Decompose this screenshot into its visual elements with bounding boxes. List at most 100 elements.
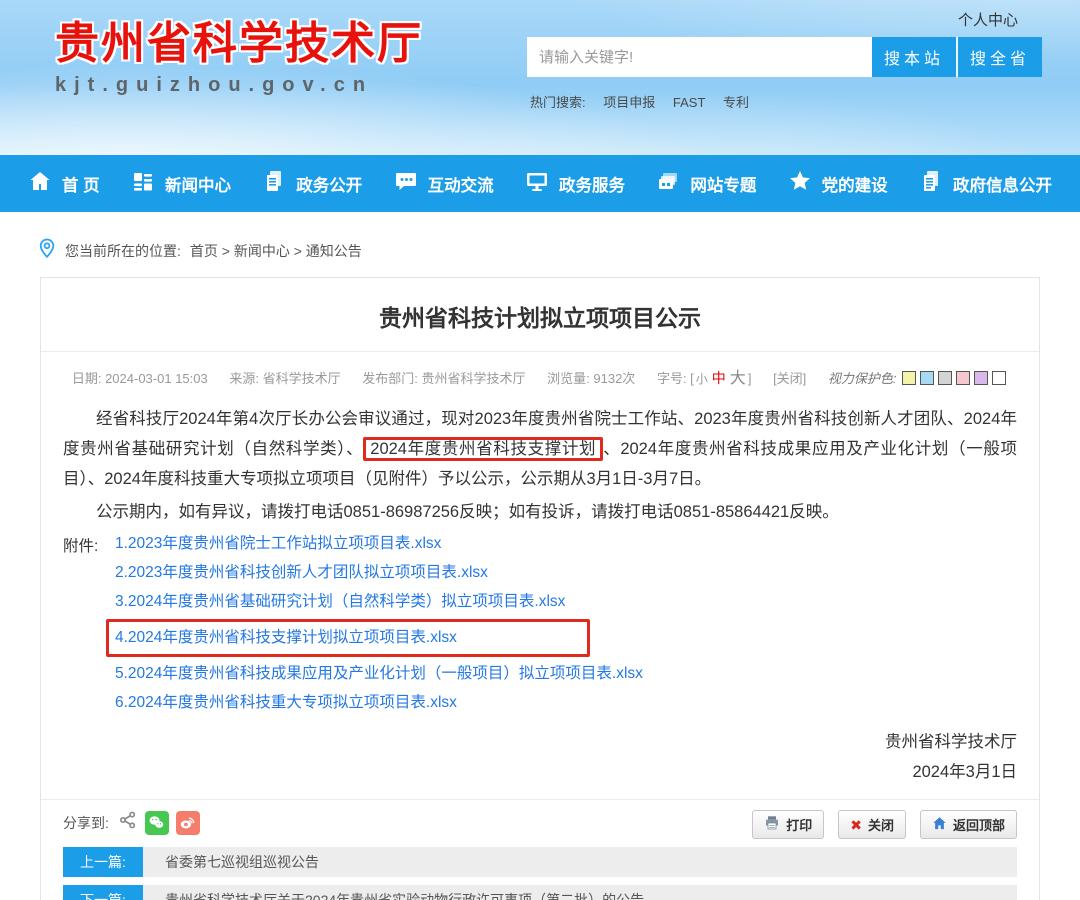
eye-color-swatch[interactable] xyxy=(938,371,952,385)
attachment-link[interactable]: 6.2024年度贵州省科技重大专项拟立项项目表.xlsx xyxy=(115,694,457,711)
nav-item-gov-affairs[interactable]: 政务公开 xyxy=(262,169,362,198)
article-paragraph-2: 公示期内，如有异议，请拨打电话0851-86987256反映；如有投诉，请拨打电… xyxy=(63,497,1017,527)
nav-label: 新闻中心 xyxy=(165,172,231,196)
nav-item-party[interactable]: 党的建设 xyxy=(788,169,888,198)
nav-label: 党的建设 xyxy=(822,172,888,196)
attachment-link-row: 6.2024年度贵州省科技重大专项拟立项项目表.xlsx xyxy=(115,689,1017,717)
eye-color-swatch[interactable] xyxy=(956,371,970,385)
hot-search-item[interactable]: FAST xyxy=(673,95,706,110)
share-label: 分享到: xyxy=(63,813,109,833)
attachment-link-row: 2.2023年度贵州省科技创新人才团队拟立项项目表.xlsx xyxy=(115,559,1017,587)
close-x-icon: ✖ xyxy=(850,818,862,832)
attachment-link-row: 3.2024年度贵州省基础研究计划（自然科学类）拟立项项目表.xlsx xyxy=(115,588,1017,616)
attachments-label: 附件: xyxy=(63,533,98,561)
next-article-row[interactable]: 下一篇: 贵州省科学技术厅关于2024年贵州省实验动物行政许可事项（第二批）的公… xyxy=(63,885,1017,900)
main-nav: 首 页 新闻中心 政务公开 互动交流 政务服务 网站专题 党的建设 政府信息公开 xyxy=(0,155,1080,212)
grid-icon xyxy=(131,169,155,198)
personal-center-link[interactable]: 个人中心 xyxy=(958,9,1018,30)
tools-row: 分享到: 打印 ✖ 关闭 返回顶部 xyxy=(41,799,1039,845)
search-province-button[interactable]: 搜全省 xyxy=(958,37,1042,77)
nav-item-topics[interactable]: 网站专题 xyxy=(656,169,756,198)
signature-date: 2024年3月1日 xyxy=(63,757,1017,787)
eye-color-swatch[interactable] xyxy=(920,371,934,385)
close-article-button[interactable]: [关闭] xyxy=(773,371,806,386)
hot-search-label: 热门搜索: xyxy=(530,95,586,110)
attachment-link[interactable]: 1.2023年度贵州省院士工作站拟立项项目表.xlsx xyxy=(115,535,441,552)
search-site-button[interactable]: 搜本站 xyxy=(872,37,956,77)
folders-icon xyxy=(656,169,680,198)
nav-item-info-disclosure[interactable]: 政府信息公开 xyxy=(919,169,1052,198)
eye-color-swatch[interactable] xyxy=(992,371,1006,385)
eye-protect-label: 视力保护色: xyxy=(828,371,897,386)
search-bar: 搜本站 搜全省 xyxy=(527,37,1042,77)
home-icon xyxy=(28,169,52,198)
hot-search-item[interactable]: 专利 xyxy=(723,95,749,110)
attachment-link[interactable]: 2.2023年度贵州省科技创新人才团队拟立项项目表.xlsx xyxy=(115,564,488,581)
wechat-share-icon[interactable] xyxy=(145,811,169,835)
article-meta: 日期: 2024-03-01 15:03 来源: 省科学技术厅 发布部门: 贵州… xyxy=(41,352,1039,398)
breadcrumb-path[interactable]: 首页 > 新闻中心 > 通知公告 xyxy=(190,241,362,261)
nav-item-home[interactable]: 首 页 xyxy=(28,169,100,198)
search-input[interactable] xyxy=(527,37,872,77)
prev-article-title[interactable]: 省委第七巡视组巡视公告 xyxy=(165,852,319,872)
printer-icon xyxy=(764,815,780,834)
attachment-link-row: 1.2023年度贵州省院士工作站拟立项项目表.xlsx xyxy=(115,530,1017,558)
share-icon[interactable] xyxy=(118,810,138,835)
print-button[interactable]: 打印 xyxy=(752,810,824,839)
action-buttons: 打印 ✖ 关闭 返回顶部 xyxy=(752,810,1017,839)
meta-department: 发布部门: 贵州省科学技术厅 xyxy=(362,371,529,386)
font-size-control: 字号: [小中大] xyxy=(657,371,755,386)
article-title: 贵州省科技计划拟立项项目公示 xyxy=(41,299,1039,333)
site-logo: 贵州省科学技术厅 kjt.guizhou.gov.cn xyxy=(55,20,423,97)
site-title: 贵州省科学技术厅 xyxy=(55,20,423,68)
eye-protect-control: 视力保护色: xyxy=(828,371,1008,386)
nav-label: 政务服务 xyxy=(559,172,625,196)
nav-label: 互动交流 xyxy=(428,172,494,196)
hot-search: 热门搜索: 项目申报 FAST 专利 xyxy=(530,92,763,111)
document-icon xyxy=(262,169,286,198)
font-medium-button[interactable]: 中 xyxy=(712,370,726,386)
prev-article-tag[interactable]: 上一篇: xyxy=(63,847,143,877)
star-icon xyxy=(788,169,812,198)
back-to-top-button[interactable]: 返回顶部 xyxy=(920,810,1017,839)
attachments: 附件: 1.2023年度贵州省院士工作站拟立项项目表.xlsx 2.2023年度… xyxy=(63,530,1017,717)
next-article-title[interactable]: 贵州省科学技术厅关于2024年贵州省实验动物行政许可事项（第二批）的公告 xyxy=(165,890,644,900)
site-header: 贵州省科学技术厅 kjt.guizhou.gov.cn 个人中心 搜本站 搜全省… xyxy=(0,0,1080,155)
highlighted-text: 2024年度贵州省科技支撑计划 xyxy=(363,437,603,461)
attachment-link[interactable]: 3.2024年度贵州省基础研究计划（自然科学类）拟立项项目表.xlsx xyxy=(115,593,565,610)
attachment-link[interactable]: 4.2024年度贵州省科技支撑计划拟立项项目表.xlsx xyxy=(115,629,457,646)
hot-search-item[interactable]: 项目申报 xyxy=(603,95,655,110)
chat-icon xyxy=(394,169,418,198)
monitor-icon xyxy=(525,169,549,198)
attachment-link-row: 5.2024年度贵州省科技成果应用及产业化计划（一般项目）拟立项项目表.xlsx xyxy=(115,660,1017,688)
meta-views: 浏览量: 9132次 xyxy=(547,371,639,386)
share-group: 分享到: xyxy=(63,810,200,835)
meta-source: 来源: 省科学技术厅 xyxy=(229,371,344,386)
article-pager: 上一篇: 省委第七巡视组巡视公告 下一篇: 贵州省科学技术厅关于2024年贵州省… xyxy=(63,847,1017,900)
signature: 贵州省科学技术厅 2024年3月1日 xyxy=(63,727,1017,787)
nav-label: 政务公开 xyxy=(296,172,362,196)
close-button[interactable]: ✖ 关闭 xyxy=(838,810,906,839)
nav-item-services[interactable]: 政务服务 xyxy=(525,169,625,198)
weibo-share-icon[interactable] xyxy=(176,811,200,835)
attachment-link-row-highlighted: 4.2024年度贵州省科技支撑计划拟立项项目表.xlsx xyxy=(106,619,1017,657)
nav-item-news[interactable]: 新闻中心 xyxy=(131,169,231,198)
site-url: kjt.guizhou.gov.cn xyxy=(55,74,423,97)
meta-date: 日期: 2024-03-01 15:03 xyxy=(72,371,212,386)
next-article-tag[interactable]: 下一篇: xyxy=(63,885,143,900)
font-large-button[interactable]: 大 xyxy=(730,370,746,387)
document-lines-icon xyxy=(919,169,943,198)
article-paragraph-1: 经省科技厅2024年第4次厅长办公会审议通过，现对2023年度贵州省院士工作站、… xyxy=(63,404,1017,494)
breadcrumb: 您当前所在的位置: 首页 > 新闻中心 > 通知公告 xyxy=(38,238,1080,264)
eye-color-swatch[interactable] xyxy=(974,371,988,385)
nav-label: 首 页 xyxy=(62,172,100,196)
font-small-button[interactable]: 小 xyxy=(696,372,708,386)
nav-label: 政府信息公开 xyxy=(953,172,1052,196)
eye-color-swatch[interactable] xyxy=(902,371,916,385)
breadcrumb-label: 您当前所在的位置: xyxy=(65,241,181,261)
attachment-link[interactable]: 5.2024年度贵州省科技成果应用及产业化计划（一般项目）拟立项项目表.xlsx xyxy=(115,665,643,682)
prev-article-row[interactable]: 上一篇: 省委第七巡视组巡视公告 xyxy=(63,847,1017,877)
article-panel: 贵州省科技计划拟立项项目公示 日期: 2024-03-01 15:03 来源: … xyxy=(40,277,1040,900)
nav-item-interaction[interactable]: 互动交流 xyxy=(394,169,494,198)
home-small-icon xyxy=(932,816,947,834)
